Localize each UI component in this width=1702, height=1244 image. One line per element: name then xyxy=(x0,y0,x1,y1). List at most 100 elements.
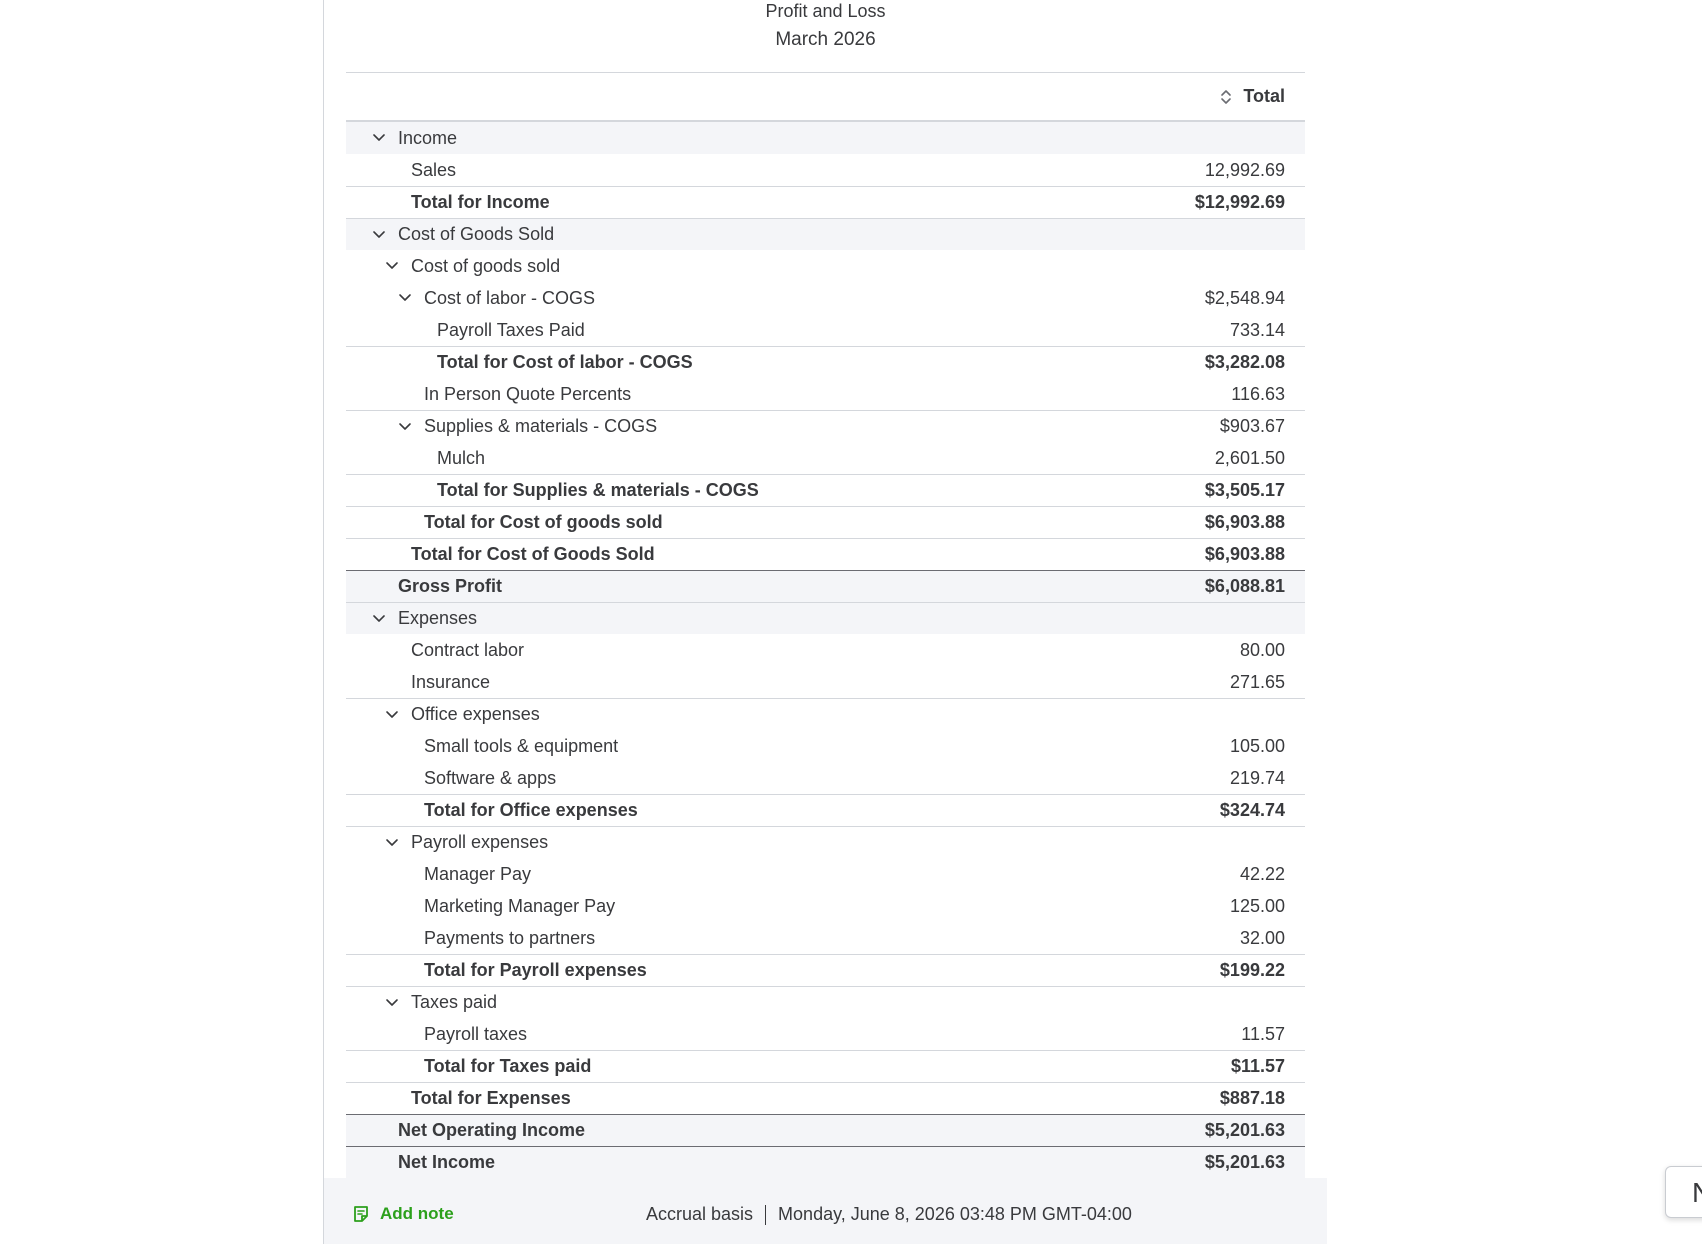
report-title: Profit and Loss xyxy=(765,1,886,21)
report-meta: Accrual basis Monday, June 8, 2026 03:48… xyxy=(646,1204,1132,1225)
row-label: Cost of goods sold xyxy=(411,255,561,276)
page-background-left xyxy=(0,0,323,1244)
row-label: Total for Cost of goods sold xyxy=(424,512,663,532)
row-label: Supplies & materials - COGS xyxy=(424,416,658,436)
total-column-sort-button[interactable]: Total xyxy=(1219,86,1285,107)
meta-separator xyxy=(765,1204,767,1225)
account-row-in-person-quote-percents[interactable]: In Person Quote Percents 116.63 xyxy=(346,378,1305,410)
row-value[interactable]: 125.00 xyxy=(1230,896,1285,917)
account-row-mulch[interactable]: Mulch 2,601.50 xyxy=(346,442,1305,474)
row-label: Contract labor xyxy=(411,639,525,660)
group-row-supplies-materials[interactable]: Supplies & materials - COGS $903.67 xyxy=(346,410,1305,442)
row-value[interactable]: $324.74 xyxy=(1220,800,1285,821)
summary-row-net-operating-income: Net Operating Income $5,201.63 xyxy=(346,1114,1305,1146)
total-row-income: Total for Income $12,992.69 xyxy=(346,186,1305,218)
row-value[interactable]: $199.22 xyxy=(1220,960,1285,981)
row-value[interactable]: 105.00 xyxy=(1230,736,1285,757)
total-row-payroll-expenses: Total for Payroll expenses $199.22 xyxy=(346,954,1305,986)
account-row-manager-pay[interactable]: Manager Pay 42.22 xyxy=(346,858,1305,890)
group-row-office-expenses[interactable]: Office expenses xyxy=(346,698,1305,730)
row-value[interactable]: 733.14 xyxy=(1230,320,1285,341)
total-column-header: Total xyxy=(1243,86,1285,106)
total-row-expenses: Total for Expenses $887.18 xyxy=(346,1082,1305,1114)
section-row-cost-of-goods-sold[interactable]: Cost of Goods Sold xyxy=(346,218,1305,250)
report-timestamp: Monday, June 8, 2026 03:48 PM GMT-04:00 xyxy=(778,1204,1132,1224)
row-value[interactable]: $5,201.63 xyxy=(1205,1152,1285,1173)
row-value[interactable]: $5,201.63 xyxy=(1205,1120,1285,1141)
report-period: March 2026 xyxy=(775,29,876,50)
chevron-down-icon[interactable] xyxy=(372,614,386,624)
row-value[interactable]: 116.63 xyxy=(1231,384,1285,405)
row-value[interactable]: $11.57 xyxy=(1231,1056,1285,1077)
group-row-payroll-expenses[interactable]: Payroll expenses xyxy=(346,826,1305,858)
report-footer: Add note Accrual basis Monday, June 8, 2… xyxy=(324,1178,1327,1244)
row-label: Insurance xyxy=(411,671,491,692)
row-label: Total for Income xyxy=(411,192,550,212)
chevron-down-icon[interactable] xyxy=(385,261,399,271)
section-row-income[interactable]: Income xyxy=(346,122,1305,154)
chevron-down-icon[interactable] xyxy=(385,998,399,1008)
row-label: Gross Profit xyxy=(398,576,503,596)
row-label: Mulch xyxy=(437,447,486,468)
account-row-payroll-taxes[interactable]: Payroll taxes 11.57 xyxy=(346,1018,1305,1050)
row-value[interactable]: $6,088.81 xyxy=(1205,576,1285,597)
row-label: In Person Quote Percents xyxy=(424,383,632,404)
note-icon xyxy=(354,1206,368,1222)
row-value[interactable]: 11.57 xyxy=(1241,1024,1285,1045)
row-label: Total for Expenses xyxy=(411,1088,571,1108)
row-value[interactable]: $12,992.69 xyxy=(1195,192,1285,213)
title-divider xyxy=(346,72,1305,73)
chevron-down-icon[interactable] xyxy=(398,422,412,432)
row-label: Manager Pay xyxy=(424,863,532,884)
row-value[interactable]: 42.22 xyxy=(1240,864,1285,885)
floating-side-widget[interactable]: N xyxy=(1665,1166,1702,1218)
row-value[interactable]: $3,282.08 xyxy=(1205,352,1285,373)
row-label: Cost of labor - COGS xyxy=(424,287,596,308)
account-row-software-apps[interactable]: Software & apps 219.74 xyxy=(346,762,1305,794)
row-label: Income xyxy=(398,127,458,148)
row-value[interactable]: 2,601.50 xyxy=(1215,448,1285,469)
account-row-marketing-manager-pay[interactable]: Marketing Manager Pay 125.00 xyxy=(346,890,1305,922)
summary-row-gross-profit: Gross Profit $6,088.81 xyxy=(346,570,1305,602)
total-row-cost-of-goods-sold-group: Total for Cost of goods sold $6,903.88 xyxy=(346,506,1305,538)
group-row-taxes-paid[interactable]: Taxes paid xyxy=(346,986,1305,1018)
chevron-down-icon[interactable] xyxy=(372,133,386,143)
row-label: Payments to partners xyxy=(424,927,596,948)
row-value[interactable]: $3,505.17 xyxy=(1205,480,1285,501)
account-row-payroll-taxes-paid[interactable]: Payroll Taxes Paid 733.14 xyxy=(346,314,1305,346)
row-value[interactable]: 219.74 xyxy=(1230,768,1285,789)
total-row-cost-of-goods-sold: Total for Cost of Goods Sold $6,903.88 xyxy=(346,538,1305,570)
chevron-down-icon[interactable] xyxy=(385,838,399,848)
account-row-sales[interactable]: Sales 12,992.69 xyxy=(346,154,1305,186)
total-row-office-expenses: Total for Office expenses $324.74 xyxy=(346,794,1305,826)
group-row-cost-of-goods-sold[interactable]: Cost of goods sold xyxy=(346,250,1305,282)
section-row-expenses[interactable]: Expenses xyxy=(346,602,1305,634)
add-note-button[interactable]: Add note xyxy=(352,1204,454,1224)
group-row-cost-of-labor[interactable]: Cost of labor - COGS $2,548.94 xyxy=(346,282,1305,314)
row-label: Small tools & equipment xyxy=(424,735,619,756)
row-value[interactable]: $887.18 xyxy=(1220,1088,1285,1109)
row-value[interactable]: $6,903.88 xyxy=(1205,512,1285,533)
row-value[interactable]: $903.67 xyxy=(1220,416,1285,437)
account-row-insurance[interactable]: Insurance 271.65 xyxy=(346,666,1305,698)
account-row-small-tools[interactable]: Small tools & equipment 105.00 xyxy=(346,730,1305,762)
row-value[interactable]: 32.00 xyxy=(1240,928,1285,949)
add-note-label: Add note xyxy=(380,1204,454,1223)
row-label: Net Income xyxy=(398,1152,496,1172)
row-label: Taxes paid xyxy=(411,992,498,1012)
row-value[interactable]: $2,548.94 xyxy=(1205,288,1285,309)
account-row-contract-labor[interactable]: Contract labor 80.00 xyxy=(346,634,1305,666)
row-value[interactable]: 80.00 xyxy=(1240,640,1285,661)
row-value[interactable]: $6,903.88 xyxy=(1205,544,1285,565)
row-value[interactable]: 271.65 xyxy=(1230,672,1285,693)
row-value[interactable]: 12,992.69 xyxy=(1205,160,1285,181)
row-label: Expenses xyxy=(398,608,478,628)
row-label: Total for Payroll expenses xyxy=(424,960,647,980)
chevron-down-icon[interactable] xyxy=(398,293,412,303)
total-row-taxes-paid: Total for Taxes paid $11.57 xyxy=(346,1050,1305,1082)
row-label: Total for Office expenses xyxy=(424,800,638,820)
chevron-down-icon[interactable] xyxy=(372,230,386,240)
chevron-down-icon[interactable] xyxy=(385,710,399,720)
row-label: Payroll taxes xyxy=(424,1023,528,1044)
account-row-payments-to-partners[interactable]: Payments to partners 32.00 xyxy=(346,922,1305,954)
